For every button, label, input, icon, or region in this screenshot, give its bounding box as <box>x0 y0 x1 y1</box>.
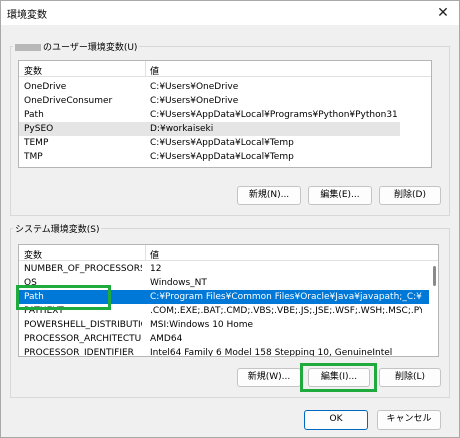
user-variables-label: のユーザー環境変数(U) <box>13 40 140 53</box>
user-edit-button[interactable]: 編集(E)... <box>308 186 372 205</box>
column-header-variable[interactable]: 変数 <box>24 248 42 261</box>
table-row[interactable]: TEMP C:¥Users¥AppData¥Local¥Temp <box>19 136 431 150</box>
table-row[interactable]: PROCESSOR_ARCHITECTURE AMD64 <box>19 332 438 346</box>
user-variables-list[interactable]: 変数 値 OneDrive C:¥Users¥OneDrive OneDrive… <box>18 60 432 168</box>
table-row[interactable]: PROCESSOR_IDENTIFIER Intel64 Family 6 Mo… <box>19 346 438 356</box>
redacted-username <box>15 44 41 51</box>
system-variables-label: システム環境変数(S) <box>13 222 102 235</box>
table-row[interactable]: OneDrive C:¥Users¥OneDrive <box>19 80 431 94</box>
title-bar: 環境変数 ✕ <box>1 1 459 25</box>
list-header: 変数 値 <box>19 61 431 77</box>
table-row[interactable]: TMP C:¥Users¥AppData¥Local¥Temp <box>19 150 431 164</box>
table-row[interactable]: OneDriveConsumer C:¥Users¥OneDrive <box>19 94 431 108</box>
close-icon[interactable]: ✕ <box>427 1 459 25</box>
user-delete-button[interactable]: 削除(D) <box>379 186 441 205</box>
system-delete-button[interactable]: 削除(L) <box>379 368 441 387</box>
table-row[interactable]: POWERSHELL_DISTRIBUTIO... MSI:Windows 10… <box>19 318 438 332</box>
column-header-value[interactable]: 値 <box>150 64 159 77</box>
highlight-edit-button <box>300 363 377 392</box>
environment-variables-dialog: 環境変数 ✕ のユーザー環境変数(U) 変数 値 OneDrive C:¥Use… <box>0 0 460 438</box>
ok-button[interactable]: OK <box>304 410 368 430</box>
column-header-variable[interactable]: 変数 <box>24 64 42 77</box>
window-title: 環境変数 <box>7 10 47 21</box>
user-new-button[interactable]: 新規(N)... <box>237 186 301 205</box>
list-header: 変数 値 <box>19 245 438 261</box>
vertical-scrollbar[interactable] <box>429 261 438 356</box>
scroll-thumb[interactable] <box>433 266 436 286</box>
column-header-value[interactable]: 値 <box>150 248 159 261</box>
table-row[interactable]: Path C:¥Users¥AppData¥Local¥Programs¥Pyt… <box>19 108 431 122</box>
table-row-selected-inactive[interactable]: PySEO D:¥workaiseki <box>19 122 400 136</box>
system-new-button[interactable]: 新規(W)... <box>237 368 301 387</box>
highlight-path-row <box>16 285 111 310</box>
cancel-button[interactable]: キャンセル <box>377 410 441 430</box>
table-row[interactable]: NUMBER_OF_PROCESSORS 12 <box>19 262 438 276</box>
